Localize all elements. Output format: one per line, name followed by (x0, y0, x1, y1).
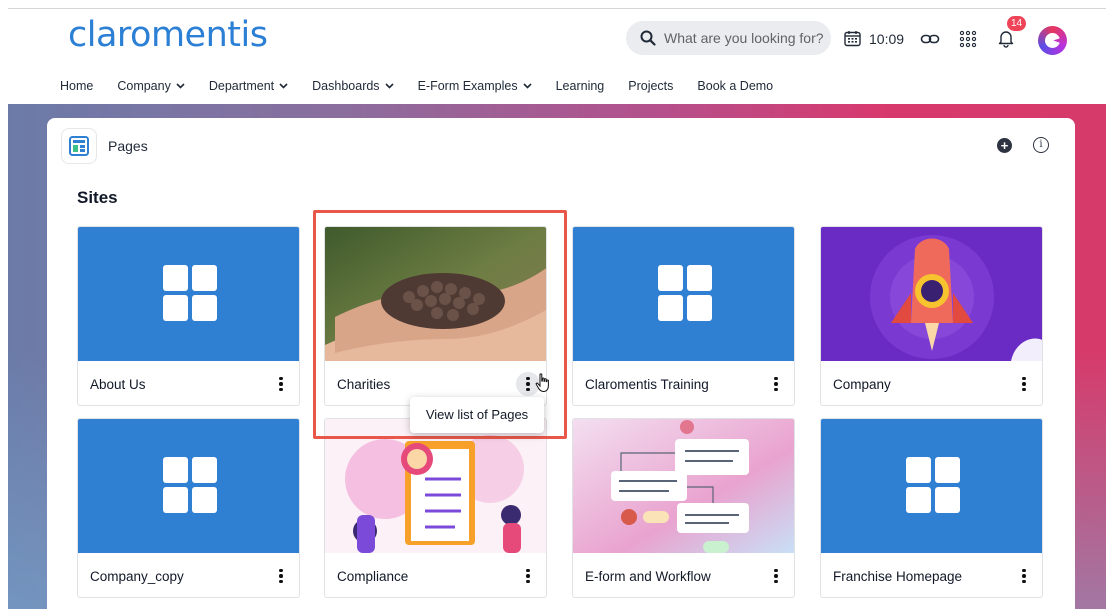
site-card-franchise-homepage[interactable]: Franchise Homepage (820, 418, 1043, 598)
workflow-illustration (573, 419, 794, 553)
grid-icon (163, 265, 217, 321)
chevron-down-icon (279, 83, 288, 89)
site-card-label: E-form and Workflow (585, 568, 711, 584)
site-thumbnail (573, 227, 794, 361)
site-card-company[interactable]: Company (820, 226, 1043, 406)
search-icon (640, 30, 656, 46)
chevron-down-icon (523, 83, 532, 89)
site-thumbnail (573, 419, 794, 553)
clock-widget[interactable]: 10:09 (844, 30, 904, 47)
site-thumbnail (78, 227, 299, 361)
site-card-charities[interactable]: Charities (324, 226, 547, 406)
more-options-button[interactable] (1016, 374, 1032, 394)
nav-item-dashboards[interactable]: Dashboards (312, 79, 394, 93)
nav-label: Company (117, 79, 171, 93)
site-card-label: Claromentis Training (585, 376, 709, 392)
hand-pointer-icon (535, 373, 549, 393)
site-card-about-us[interactable]: About Us (77, 226, 300, 406)
more-options-button[interactable] (768, 374, 784, 394)
sites-heading: Sites (77, 188, 118, 207)
search-bar[interactable] (626, 21, 831, 55)
chevron-down-icon (384, 83, 394, 89)
grid-icon (658, 265, 712, 321)
nav-label: Department (208, 79, 275, 93)
link-icon[interactable] (920, 29, 940, 49)
apps-grid-icon[interactable] (958, 29, 978, 49)
layout-icon (69, 136, 89, 156)
claromentis-logo[interactable]: claromentis (68, 15, 268, 55)
chevron-down-icon (176, 83, 185, 89)
more-options-button[interactable] (768, 566, 784, 586)
search-input[interactable] (664, 30, 824, 46)
user-avatar[interactable] (1038, 26, 1067, 55)
top-header: claromentis 10:09 14 Home Company Depart… (8, 8, 1106, 104)
tooltip-view-list-of-pages[interactable]: View list of Pages (410, 397, 544, 433)
more-options-button[interactable] (273, 566, 289, 586)
nav-item-learning[interactable]: Learning (556, 79, 605, 93)
site-card-claromentis-training[interactable]: Claromentis Training (572, 226, 795, 406)
nav-item-home[interactable]: Home (60, 79, 93, 93)
nav-item-projects[interactable]: Projects (628, 79, 673, 93)
panel-title: Pages (108, 138, 148, 154)
add-page-button[interactable]: + (997, 138, 1012, 153)
site-thumbnail (821, 419, 1042, 553)
nav-item-book-a-demo[interactable]: Book a Demo (697, 79, 773, 93)
pages-app-icon (61, 128, 97, 164)
hands-with-seeds-photo (325, 227, 546, 361)
rocket-illustration (821, 227, 1042, 361)
nav-item-eform-examples[interactable]: E-Form Examples (418, 79, 532, 93)
more-options-button[interactable] (1016, 566, 1032, 586)
nav-label: Book a Demo (697, 79, 774, 93)
iso-clipboard-illustration (325, 419, 546, 553)
site-card-company-copy[interactable]: Company_copy (77, 418, 300, 598)
site-card-label: About Us (90, 376, 146, 392)
nav-label: Dashboards (312, 79, 380, 93)
grid-icon (906, 457, 960, 513)
info-button[interactable]: i (1033, 137, 1049, 153)
notification-badge: 14 (1007, 16, 1027, 31)
site-thumbnail (78, 419, 299, 553)
plus-icon: + (1000, 138, 1009, 153)
more-options-button[interactable] (520, 566, 536, 586)
nav-label: Projects (628, 79, 674, 93)
site-thumbnail (325, 227, 546, 361)
site-card-label: Franchise Homepage (833, 568, 963, 584)
nav-item-department[interactable]: Department (209, 79, 288, 93)
clock-time: 10:09 (869, 30, 905, 47)
site-thumbnail (325, 419, 546, 553)
nav-label: Learning (555, 79, 605, 93)
site-card-label: Company (833, 376, 891, 392)
pages-panel: Pages + i Sites About Us Charities Claro… (47, 118, 1075, 609)
site-card-label: Compliance (337, 568, 409, 584)
bell-icon[interactable] (996, 28, 1016, 48)
site-card-label: Company_copy (90, 568, 184, 584)
site-thumbnail (821, 227, 1042, 361)
site-card-eform-and-workflow[interactable]: E-form and Workflow (572, 418, 795, 598)
nav-item-company[interactable]: Company (117, 79, 185, 93)
more-options-button[interactable] (273, 374, 289, 394)
nav-label: Home (60, 79, 94, 93)
calendar-icon (844, 31, 861, 47)
nav-label: E-Form Examples (417, 79, 518, 93)
main-nav: Home Company Department Dashboards E-For… (60, 79, 773, 93)
grid-icon (163, 457, 217, 513)
site-card-compliance[interactable]: Compliance (324, 418, 547, 598)
info-icon: i (1039, 139, 1043, 150)
